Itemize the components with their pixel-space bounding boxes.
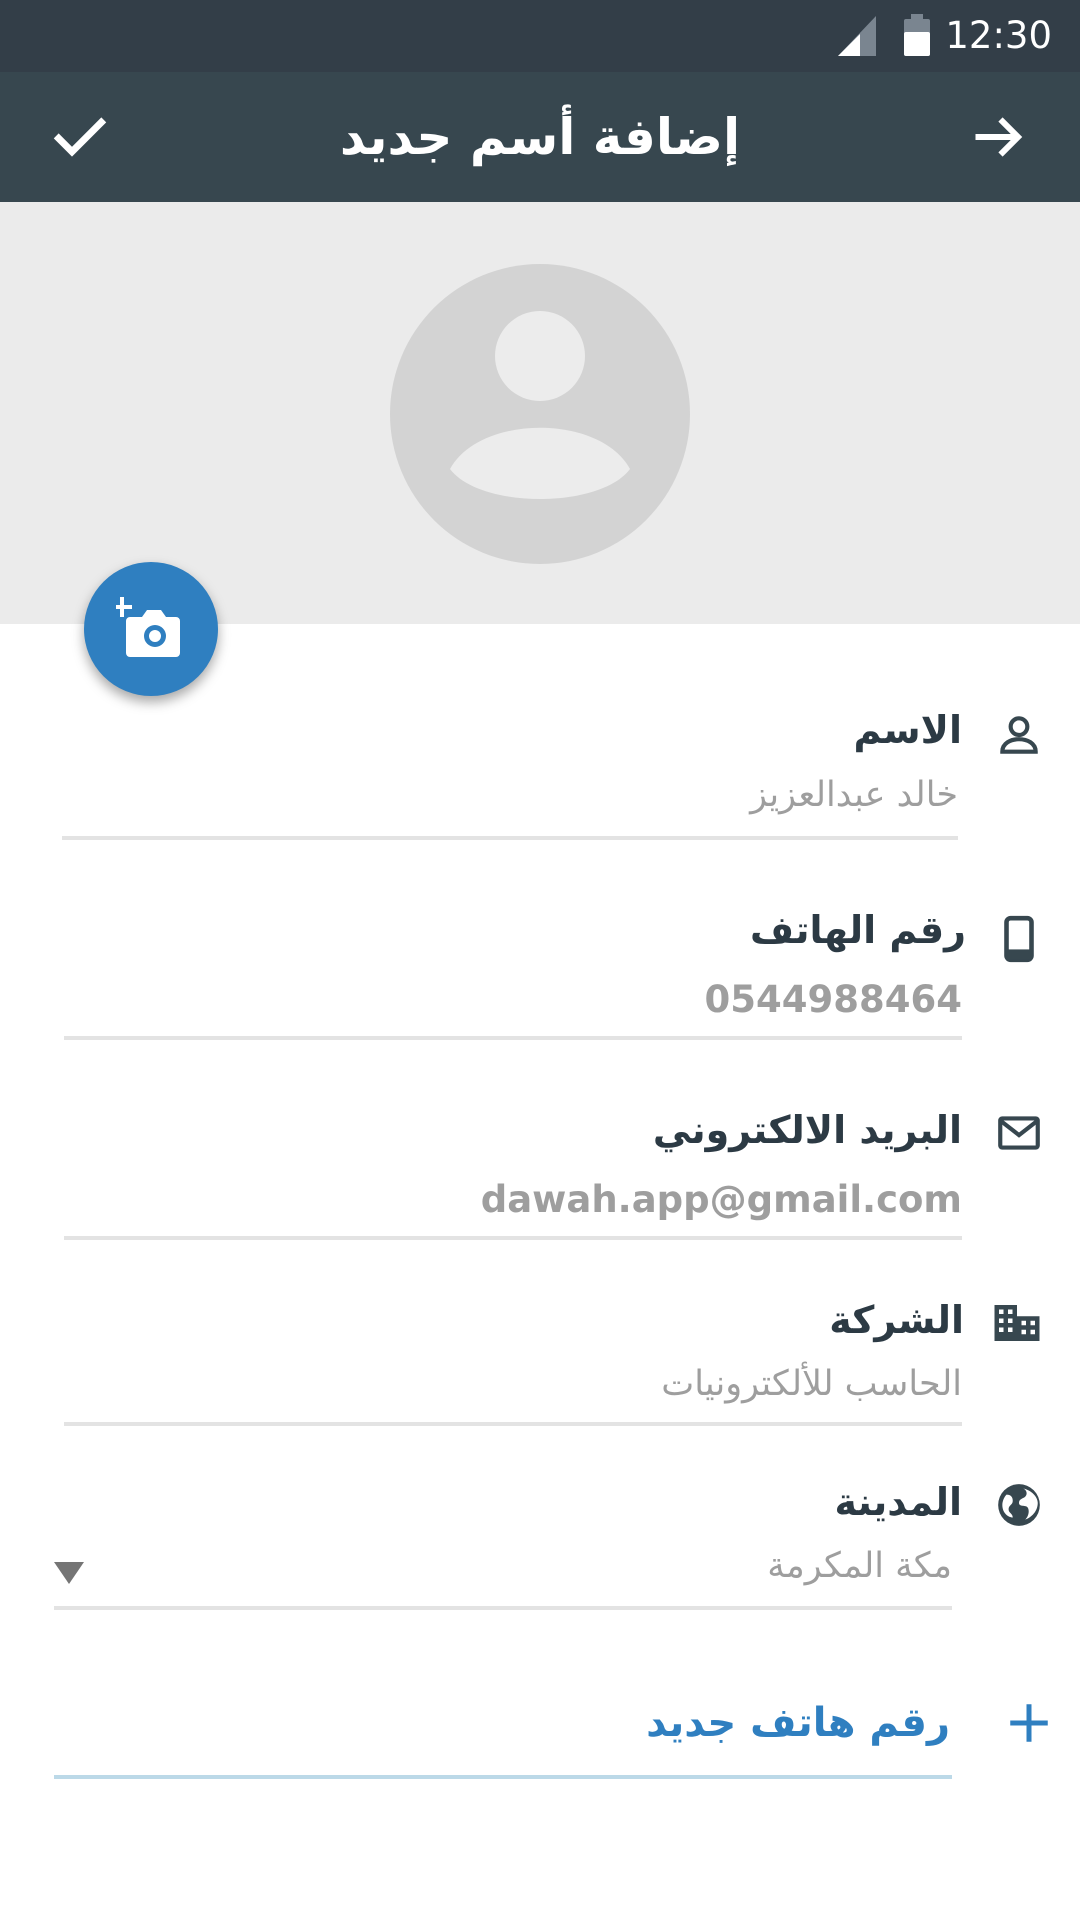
plus-icon[interactable] (1004, 1698, 1054, 1748)
name-label: الاسم (853, 708, 963, 752)
globe-icon (998, 1484, 1040, 1526)
phone-icon (1004, 915, 1034, 963)
company-underline (64, 1422, 962, 1426)
name-underline (62, 836, 958, 840)
contact-photo-area (0, 202, 1080, 624)
avatar-placeholder-icon (390, 264, 690, 564)
status-bar: 12:30 (0, 0, 1080, 72)
check-icon (53, 117, 107, 157)
back-button[interactable] (958, 97, 1038, 177)
phone-value[interactable]: 0544988464 (705, 978, 962, 1021)
email-value[interactable]: dawah.app@gmail.com (481, 1178, 962, 1221)
add-photo-camera-icon (116, 597, 180, 657)
app-bar: إضافة أسم جديد (0, 72, 1080, 202)
confirm-button[interactable] (40, 97, 120, 177)
signal-icon (838, 16, 876, 56)
arrow-forward-icon (975, 117, 1023, 157)
city-value[interactable]: مكة المكرمة (767, 1546, 952, 1586)
city-label: المدينة (834, 1480, 962, 1524)
page-title: إضافة أسم جديد (339, 108, 741, 166)
company-label: الشركة (829, 1298, 964, 1342)
add-photo-button[interactable] (84, 562, 218, 696)
mail-icon (998, 1116, 1040, 1150)
status-time: 12:30 (945, 14, 1052, 57)
battery-icon (904, 14, 930, 56)
email-label: البريد الالكتروني (652, 1108, 962, 1152)
phone-underline (64, 1036, 962, 1040)
building-icon (994, 1305, 1040, 1341)
add-phone-underline (54, 1775, 952, 1779)
add-phone-button[interactable]: رقم هاتف جديد (646, 1700, 950, 1746)
company-value[interactable]: الحاسب للألكترونيات (661, 1364, 962, 1404)
person-icon (1000, 716, 1038, 754)
dropdown-arrow-icon[interactable] (54, 1562, 84, 1584)
phone-label: رقم الهاتف (750, 908, 966, 952)
name-value[interactable]: خالد عبدالعزيز (750, 775, 958, 815)
email-underline (64, 1236, 962, 1240)
city-underline (54, 1606, 952, 1610)
